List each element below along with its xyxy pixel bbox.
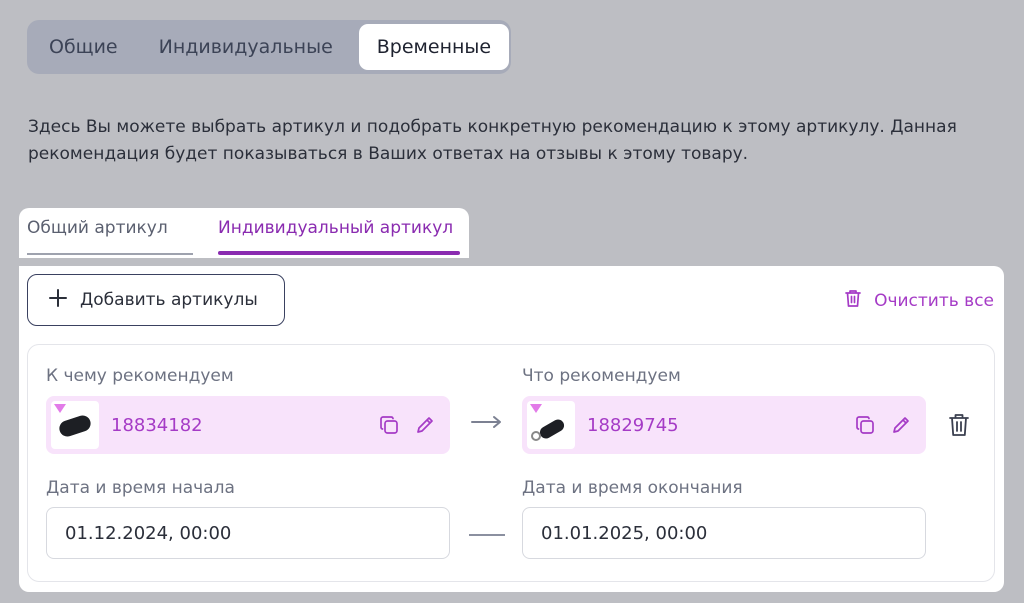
subtab-individual-article[interactable]: Индивидуальный артикул <box>218 218 453 238</box>
source-article-number: 18834182 <box>111 414 203 436</box>
start-datetime-field[interactable]: 01.12.2024, 00:00 <box>46 507 450 559</box>
tab-general[interactable]: Общие <box>31 24 137 70</box>
edit-icon[interactable] <box>414 414 436 436</box>
target-article-number: 18829745 <box>587 414 679 436</box>
copy-icon[interactable] <box>378 414 400 436</box>
arrow-right-icon <box>470 407 504 437</box>
source-label: К чему рекомендуем <box>46 366 234 386</box>
subtab-underline <box>27 253 193 255</box>
recommendation-rule-card: К чему рекомендуем Что рекомендуем 18834… <box>27 344 995 582</box>
main-panel: Добавить артикулы Очистить все К чему ре… <box>19 266 1004 592</box>
product-thumbnail <box>51 401 99 449</box>
tab-individual[interactable]: Индивидуальные <box>137 24 359 70</box>
clear-all-button[interactable]: Очистить все <box>844 288 994 313</box>
article-subtabs: Общий артикул Индивидуальный артикул <box>19 208 469 258</box>
start-datetime-label: Дата и время начала <box>46 478 235 498</box>
segmented-tabs: Общие Индивидуальные Временные <box>27 20 511 74</box>
copy-icon[interactable] <box>854 414 876 436</box>
target-label: Что рекомендуем <box>522 366 681 386</box>
target-product: 18829745 <box>522 396 926 454</box>
end-datetime-label: Дата и время окончания <box>522 478 743 498</box>
subtab-active-underline <box>218 251 460 255</box>
delete-rule-icon[interactable] <box>948 412 970 442</box>
add-articles-label: Добавить артикулы <box>80 290 258 310</box>
tab-temporary[interactable]: Временные <box>358 24 510 70</box>
edit-icon[interactable] <box>890 414 912 436</box>
trash-icon <box>844 288 862 313</box>
subtab-general-article[interactable]: Общий артикул <box>27 218 168 238</box>
range-dash <box>469 534 505 536</box>
product-thumbnail <box>527 401 575 449</box>
source-product: 18834182 <box>46 396 450 454</box>
end-datetime-field[interactable]: 01.01.2025, 00:00 <box>522 507 926 559</box>
clear-all-label: Очистить все <box>874 290 994 311</box>
description-text: Здесь Вы можете выбрать артикул и подобр… <box>28 117 957 164</box>
add-articles-button[interactable]: Добавить артикулы <box>27 274 285 326</box>
plus-icon <box>48 287 68 313</box>
